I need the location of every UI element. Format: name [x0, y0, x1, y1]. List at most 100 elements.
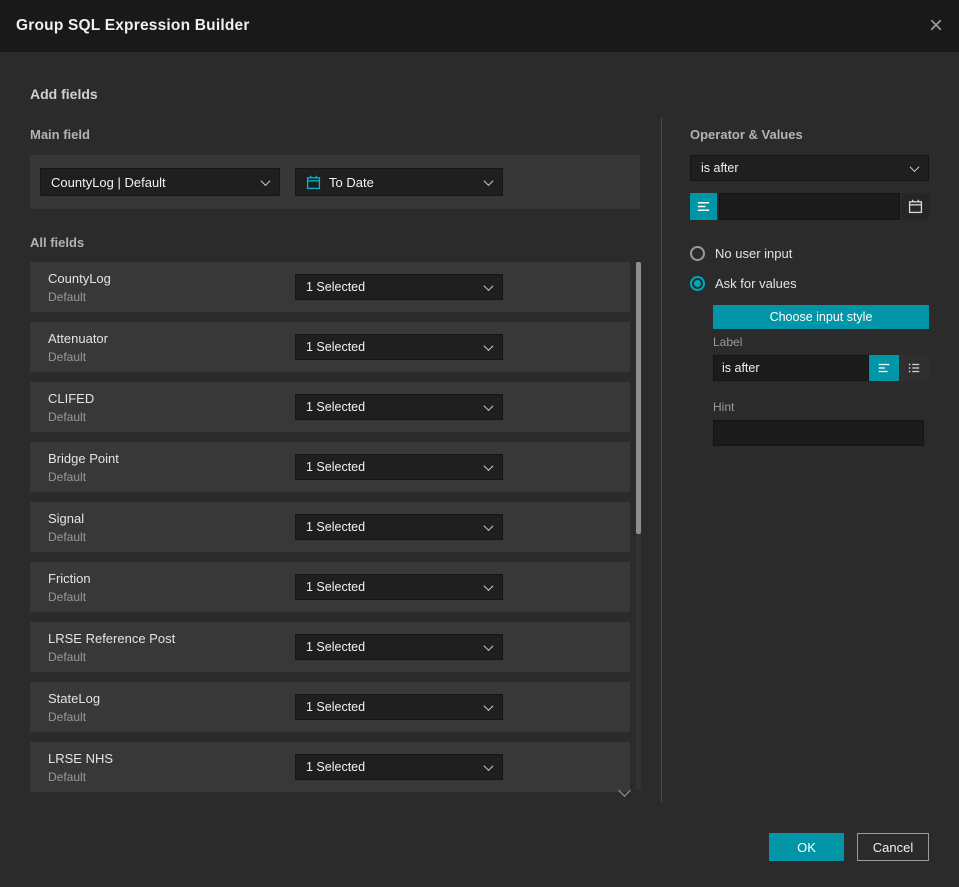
chevron-down-icon: [483, 175, 494, 186]
field-row: LRSE NHS Default 1 Selected: [30, 742, 630, 792]
field-selection-value: 1 Selected: [306, 580, 366, 594]
radio-unselected-icon: [690, 246, 705, 261]
field-selection-value: 1 Selected: [306, 340, 366, 354]
list-bullets-icon: [907, 361, 921, 375]
chevron-down-icon: [483, 460, 494, 471]
label-input-row: [713, 355, 929, 381]
label-caption: Label: [713, 335, 743, 349]
chevron-down-icon: [483, 400, 494, 411]
operator-values-heading: Operator & Values: [690, 127, 803, 142]
add-fields-heading: Add fields: [30, 86, 98, 102]
single-line-style-button[interactable]: [869, 355, 899, 381]
field-selection-select[interactable]: 1 Selected: [295, 274, 503, 300]
value-input-row: [690, 193, 929, 220]
column-divider: [661, 118, 662, 802]
field-info: StateLog Default: [48, 691, 100, 724]
list-style-button[interactable]: [899, 355, 929, 381]
field-info: CLIFED Default: [48, 391, 94, 424]
field-selection-select[interactable]: 1 Selected: [295, 694, 503, 720]
cancel-button[interactable]: Cancel: [857, 833, 929, 861]
field-name: CLIFED: [48, 390, 95, 406]
list-scrollbar-track[interactable]: [636, 262, 641, 790]
dialog-footer: OK Cancel: [769, 833, 929, 861]
no-user-input-radio[interactable]: No user input: [690, 246, 792, 261]
field-info: Friction Default: [48, 571, 91, 604]
date-field-select[interactable]: To Date: [295, 168, 503, 196]
field-name: Friction: [48, 570, 91, 586]
field-name: Bridge Point: [48, 450, 119, 466]
field-selection-select[interactable]: 1 Selected: [295, 754, 503, 780]
field-row: CountyLog Default 1 Selected: [30, 262, 630, 312]
field-sublabel: Default: [48, 649, 87, 664]
main-field-select-value: CountyLog | Default: [51, 174, 166, 190]
main-field-select[interactable]: CountyLog | Default: [40, 168, 280, 196]
field-name: LRSE NHS: [48, 750, 114, 766]
group-sql-expression-builder-dialog: Group SQL Expression Builder × Add field…: [0, 0, 959, 887]
field-info: LRSE Reference Post Default: [48, 631, 175, 664]
field-row: StateLog Default 1 Selected: [30, 682, 630, 732]
field-selection-select[interactable]: 1 Selected: [295, 514, 503, 540]
list-icon: [696, 199, 711, 214]
field-selection-select[interactable]: 1 Selected: [295, 634, 503, 660]
field-sublabel: Default: [48, 409, 87, 424]
chevron-down-icon: [483, 280, 494, 291]
field-info: CountyLog Default: [48, 271, 111, 304]
field-row: LRSE Reference Post Default 1 Selected: [30, 622, 630, 672]
field-info: Attenuator Default: [48, 331, 108, 364]
align-left-icon: [877, 361, 891, 375]
list-scrollbar-thumb[interactable]: [636, 262, 641, 534]
field-name: Attenuator: [48, 330, 108, 346]
ask-for-values-radio[interactable]: Ask for values: [690, 276, 797, 291]
calendar-icon: [908, 199, 923, 214]
field-name: StateLog: [48, 690, 101, 706]
field-selection-value: 1 Selected: [306, 400, 366, 414]
field-selection-value: 1 Selected: [306, 700, 366, 714]
ask-for-values-label: Ask for values: [715, 276, 797, 291]
field-info: Bridge Point Default: [48, 451, 119, 484]
field-row: Signal Default 1 Selected: [30, 502, 630, 552]
field-row: Attenuator Default 1 Selected: [30, 322, 630, 372]
no-user-input-label: No user input: [715, 246, 793, 261]
ok-button[interactable]: OK: [769, 833, 844, 861]
dialog-titlebar: Group SQL Expression Builder ×: [0, 0, 959, 52]
field-sublabel: Default: [48, 289, 87, 304]
field-name: Signal: [48, 510, 85, 526]
chevron-down-icon: [260, 175, 271, 186]
operator-select[interactable]: is after: [690, 155, 929, 181]
chevron-down-icon: [483, 580, 494, 591]
field-selection-value: 1 Selected: [306, 760, 366, 774]
hint-caption: Hint: [713, 400, 735, 414]
field-selection-value: 1 Selected: [306, 280, 366, 294]
calendar-icon: [306, 175, 321, 190]
operator-select-value: is after: [701, 161, 739, 175]
field-name: CountyLog: [48, 270, 111, 286]
radio-selected-icon: [690, 276, 705, 291]
field-selection-select[interactable]: 1 Selected: [295, 574, 503, 600]
label-input[interactable]: [713, 355, 869, 381]
field-selection-select[interactable]: 1 Selected: [295, 334, 503, 360]
date-picker-button[interactable]: [902, 193, 929, 220]
main-field-panel: CountyLog | Default To Date: [30, 155, 640, 209]
field-name: LRSE Reference Post: [48, 630, 176, 646]
dialog-title: Group SQL Expression Builder: [16, 17, 250, 34]
values-list-button[interactable]: [690, 193, 717, 220]
all-fields-heading: All fields: [30, 235, 85, 250]
field-sublabel: Default: [48, 349, 87, 364]
chevron-down-icon: [909, 161, 920, 172]
field-row: CLIFED Default 1 Selected: [30, 382, 630, 432]
field-selection-select[interactable]: 1 Selected: [295, 394, 503, 420]
close-icon[interactable]: ×: [929, 14, 943, 38]
chevron-down-icon: [483, 760, 494, 771]
all-fields-list: CountyLog Default 1 Selected Attenuator …: [30, 262, 630, 802]
date-field-select-value: To Date: [329, 174, 374, 190]
value-input[interactable]: [719, 193, 900, 220]
field-selection-select[interactable]: 1 Selected: [295, 454, 503, 480]
hint-input[interactable]: [713, 420, 924, 446]
field-sublabel: Default: [48, 589, 87, 604]
field-sublabel: Default: [48, 529, 87, 544]
field-sublabel: Default: [48, 709, 87, 724]
field-selection-value: 1 Selected: [306, 640, 366, 654]
chevron-down-icon: [483, 640, 494, 651]
choose-input-style-button[interactable]: Choose input style: [713, 305, 929, 329]
field-sublabel: Default: [48, 469, 87, 484]
